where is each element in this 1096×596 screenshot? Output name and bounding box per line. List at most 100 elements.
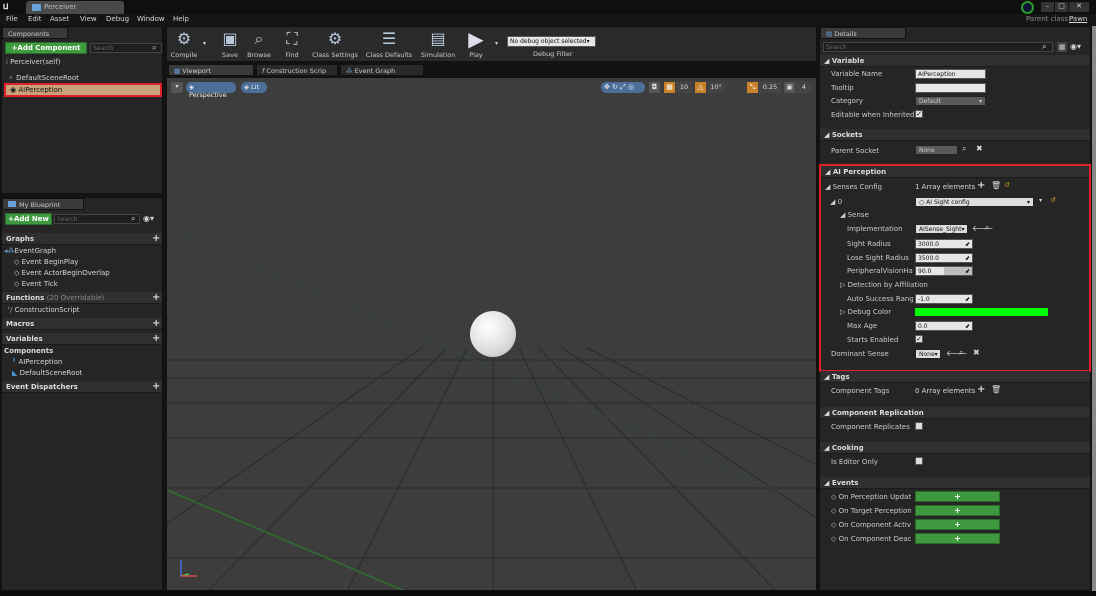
implementation-dropdown[interactable]: AISense_Sight▾ xyxy=(915,224,968,234)
find-button[interactable]: ⛶ Find xyxy=(278,28,306,60)
reset-default-icon[interactable]: ↺ xyxy=(1050,196,1056,204)
debug-object-select[interactable]: No debug object selected▾ xyxy=(507,36,596,47)
view-options-icon[interactable]: ◉▾ xyxy=(1070,42,1081,51)
browse-icon[interactable]: ⌕ xyxy=(985,223,989,233)
menu-debug[interactable]: Debug xyxy=(106,15,129,23)
component-replicates-checkbox[interactable] xyxy=(915,422,923,430)
use-selected-icon[interactable]: 🡐 xyxy=(946,348,967,358)
lose-sight-radius-input[interactable]: 3500.0 ⬋ xyxy=(915,253,973,263)
starts-enabled-checkbox[interactable]: ✓ xyxy=(915,335,923,343)
my-blueprint-tab[interactable]: My Blueprint xyxy=(2,198,84,210)
add-function-icon[interactable]: + xyxy=(152,292,160,303)
category-dropdown[interactable]: Default ▾ xyxy=(915,96,986,106)
menu-file[interactable]: File xyxy=(6,15,18,23)
scale-snap-value[interactable]: 0.25 xyxy=(759,82,781,93)
add-variable-icon[interactable]: + xyxy=(152,333,160,344)
ai-perception-section[interactable]: ◢ AI Perception xyxy=(821,166,1089,178)
grid-snap-value[interactable]: 10 xyxy=(676,82,692,93)
add-component-button[interactable]: +Add Component xyxy=(5,42,87,54)
browse-socket-icon[interactable]: ⌕ xyxy=(962,144,966,154)
class-defaults-button[interactable]: ☰ Class Defaults xyxy=(364,28,414,60)
event-graph-item[interactable]: ◂⁂EventGraph xyxy=(4,247,56,255)
play-button[interactable]: ▶ Play xyxy=(460,28,492,60)
cooking-section[interactable]: ◢ Cooking xyxy=(820,442,1090,454)
blueprint-search-input[interactable]: Search xyxy=(54,214,140,224)
sight-radius-input[interactable]: 3000.0 ⬋ xyxy=(915,239,973,249)
compile-dropdown-icon[interactable]: ▾ xyxy=(203,40,206,47)
rotation-snap-icon[interactable]: △ xyxy=(695,82,706,93)
function-item[interactable]: ᶠ/ ConstructionScript xyxy=(8,306,80,314)
element-options-icon[interactable]: ▾ xyxy=(1039,197,1042,204)
viewport-options-button[interactable]: ▾ xyxy=(171,82,183,93)
max-age-input[interactable]: 0.0 ⬋ xyxy=(915,321,973,331)
menu-help[interactable]: Help xyxy=(173,15,189,23)
tab-construction-script[interactable]: f Construction Scrip xyxy=(256,64,338,76)
add-graph-icon[interactable]: + xyxy=(152,233,160,244)
viewport[interactable]: ▾ ◈ Perspective ◈ Lit ✥ ↻ ⤢ ◎ ◘ ▦ 10 △ 1… xyxy=(166,77,817,591)
use-selected-icon[interactable]: 🡐 xyxy=(972,223,993,233)
parent-class-value[interactable]: Pawn xyxy=(1069,15,1087,23)
compile-button[interactable]: ⚙ Compile xyxy=(168,28,200,60)
components-group[interactable]: Components xyxy=(4,347,53,355)
tab-event-graph[interactable]: ⁂ Event Graph xyxy=(340,64,424,76)
sphere-object[interactable] xyxy=(470,311,516,357)
scale-snap-icon[interactable]: ⤡ xyxy=(747,82,758,93)
functions-section[interactable]: Functions (20 Overridable) xyxy=(2,292,162,304)
add-event-button[interactable]: + xyxy=(915,505,1000,516)
play-dropdown-icon[interactable]: ▾ xyxy=(495,40,498,47)
detection-affiliation-label[interactable]: ▷ Detection by Affiliation xyxy=(840,281,928,289)
event-item[interactable]: ◇ Event BeginPlay xyxy=(14,258,78,266)
add-element-icon[interactable]: + xyxy=(977,180,985,191)
add-new-button[interactable]: +Add New xyxy=(5,213,52,225)
replication-section[interactable]: ◢ Component Replication xyxy=(820,407,1090,419)
debug-color-swatch[interactable] xyxy=(915,308,1048,316)
clear-icon[interactable]: ✖ xyxy=(973,348,980,357)
add-event-button[interactable]: + xyxy=(915,519,1000,530)
details-tab[interactable]: ▤ Details xyxy=(820,27,906,39)
macros-section[interactable]: Macros xyxy=(2,318,162,330)
camera-speed-value[interactable]: 4 xyxy=(796,82,812,93)
variable-section[interactable]: ◢ Variable xyxy=(820,55,1090,67)
camera-speed-icon[interactable]: ▣ xyxy=(784,82,795,93)
variables-section[interactable]: Variables xyxy=(2,333,162,345)
component-variable[interactable]: ╹ AIPerception xyxy=(12,358,62,366)
event-item[interactable]: ◇ Event Tick xyxy=(14,280,58,288)
events-section[interactable]: ◢ Events xyxy=(820,477,1090,489)
surface-snap-icon[interactable]: ◘ xyxy=(649,82,660,93)
menu-view[interactable]: View xyxy=(80,15,97,23)
add-event-button[interactable]: + xyxy=(915,491,1000,502)
component-item-aiperception[interactable]: ◉ AIPerception xyxy=(4,83,162,97)
add-macro-icon[interactable]: + xyxy=(152,318,160,329)
tooltip-input[interactable] xyxy=(915,83,986,93)
add-dispatcher-icon[interactable]: + xyxy=(152,381,160,392)
delete-elements-icon[interactable]: 🗑 xyxy=(991,181,1001,190)
add-element-icon[interactable]: + xyxy=(977,384,985,395)
property-matrix-icon[interactable]: ▦ xyxy=(1057,42,1067,52)
event-item[interactable]: ◇ Event ActorBeginOverlap xyxy=(14,269,110,277)
dominant-sense-dropdown[interactable]: None▾ xyxy=(915,349,941,359)
browse-button[interactable]: ⌕ Browse xyxy=(244,28,274,60)
auto-success-input[interactable]: -1.0 ⬋ xyxy=(915,294,973,304)
editor-only-checkbox[interactable] xyxy=(915,457,923,465)
editable-inherited-checkbox[interactable]: ✓ xyxy=(915,110,923,118)
view-options-icon[interactable]: ◉▾ xyxy=(143,214,154,223)
rotation-snap-value[interactable]: 10° xyxy=(707,82,725,93)
transform-tools[interactable]: ✥ ↻ ⤢ ◎ xyxy=(601,82,645,93)
sense-config-dropdown[interactable]: ○ AI Sight config ▾ xyxy=(915,197,1034,207)
parent-socket-input[interactable]: None xyxy=(915,145,958,155)
minimize-button[interactable]: – xyxy=(1041,2,1054,12)
menu-window[interactable]: Window xyxy=(137,15,165,23)
tags-section[interactable]: ◢ Tags xyxy=(820,371,1090,383)
grid-snap-icon[interactable]: ▦ xyxy=(664,82,675,93)
peripheral-vision-input[interactable]: 90.0 ⬋ xyxy=(915,266,973,276)
lit-button[interactable]: ◈ Lit xyxy=(241,82,267,93)
save-button[interactable]: ▣ Save xyxy=(218,28,242,60)
variable-name-input[interactable]: AIPerception xyxy=(915,69,986,79)
details-search-input[interactable]: Search xyxy=(823,42,1053,52)
graphs-section[interactable]: Graphs xyxy=(2,233,162,245)
sockets-section[interactable]: ◢ Sockets xyxy=(820,129,1090,141)
maximize-button[interactable]: □ xyxy=(1055,2,1068,12)
component-root[interactable]: ⅰ Perceiver(self) xyxy=(6,58,60,66)
reset-default-icon[interactable]: ↺ xyxy=(1004,181,1010,189)
clear-socket-icon[interactable]: ✖ xyxy=(976,144,983,153)
